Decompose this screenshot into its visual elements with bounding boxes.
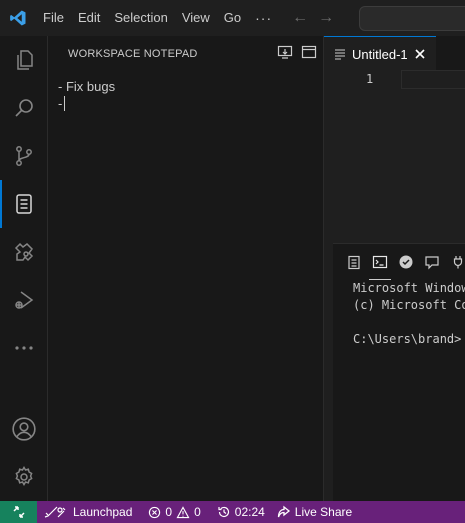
current-line-highlight[interactable] [401,70,465,89]
live-share-button[interactable]: Live Share [271,501,358,523]
search-icon[interactable] [0,84,48,132]
settings-gear-icon[interactable] [0,453,48,501]
run-debug-icon[interactable] [0,276,48,324]
menu-view[interactable]: View [175,0,217,36]
plug-icon[interactable] [447,251,465,273]
back-arrow-icon[interactable]: ← [287,9,313,27]
save-to-file-icon[interactable] [277,44,293,60]
command-center[interactable] [359,6,465,31]
notepad-icon[interactable] [0,180,48,228]
account-icon[interactable] [0,405,48,453]
editor-tabs: Untitled-1 [324,36,465,71]
vscode-logo-icon [0,0,36,36]
menu-go[interactable]: Go [217,0,248,36]
activity-bar [0,36,48,501]
problems-indicator[interactable]: 0 0 [142,501,206,523]
panel: Microsoft Windows (c) Microsoft Co C:\User… [333,243,465,501]
explorer-icon[interactable] [0,36,48,84]
editor-area: Untitled-1 1 [324,36,465,243]
terminal-prompt: C:\Users\brand> [353,332,462,346]
timer-indicator[interactable]: 02:24 [211,501,271,523]
check-circle-icon[interactable] [395,251,417,273]
remote-indicator[interactable] [0,501,37,523]
terminal-line: (c) Microsoft Co [353,298,465,312]
panel-tabs [333,244,465,280]
notepad-textarea[interactable]: - Fix bugs - [58,78,320,112]
launchpad-label: Launchpad [73,505,133,519]
tab-untitled-1[interactable]: Untitled-1 [324,36,436,71]
extensions-icon[interactable] [0,228,48,276]
remote-icon [12,505,26,519]
open-in-editor-icon[interactable] [301,44,317,60]
title-bar: File Edit Selection View Go ··· ← → [0,0,465,36]
menu-selection[interactable]: Selection [107,0,174,36]
rocket-icon [43,505,69,519]
menu-more-button[interactable]: ··· [248,0,279,36]
source-control-icon[interactable] [0,132,48,180]
note-line: - Fix bugs [58,79,116,94]
forward-arrow-icon[interactable]: → [313,9,339,27]
terminal-output[interactable]: Microsoft Windows (c) Microsoft Co C:\User… [353,280,465,348]
sidebar: WORKSPACE NOTEPAD - Fix bugs - [48,36,324,501]
warning-count: 0 [194,505,201,519]
note-line: - [58,95,320,112]
live-share-icon [277,505,291,519]
more-icon[interactable] [0,324,48,372]
error-count: 0 [165,505,173,519]
terminal-line: Microsoft Windows [353,281,465,295]
error-icon [148,506,161,519]
history-clock-icon [217,505,231,519]
launchpad-button[interactable]: Launchpad [37,501,138,523]
comment-icon[interactable] [421,251,443,273]
live-share-label: Live Share [294,505,353,519]
output-clipboard-icon[interactable] [343,251,365,273]
line-number: 1 [366,72,374,86]
text-cursor [64,96,66,111]
menu-edit[interactable]: Edit [71,0,107,36]
warning-icon [176,505,190,519]
status-bar: Launchpad 0 0 02:24 Live Share [0,501,465,523]
tab-label: Untitled-1 [352,46,408,62]
close-icon[interactable] [414,48,426,60]
menu-file[interactable]: File [36,0,71,36]
timer-label: 02:24 [234,505,265,519]
terminal-icon[interactable] [369,251,391,280]
file-lines-icon [334,48,346,60]
